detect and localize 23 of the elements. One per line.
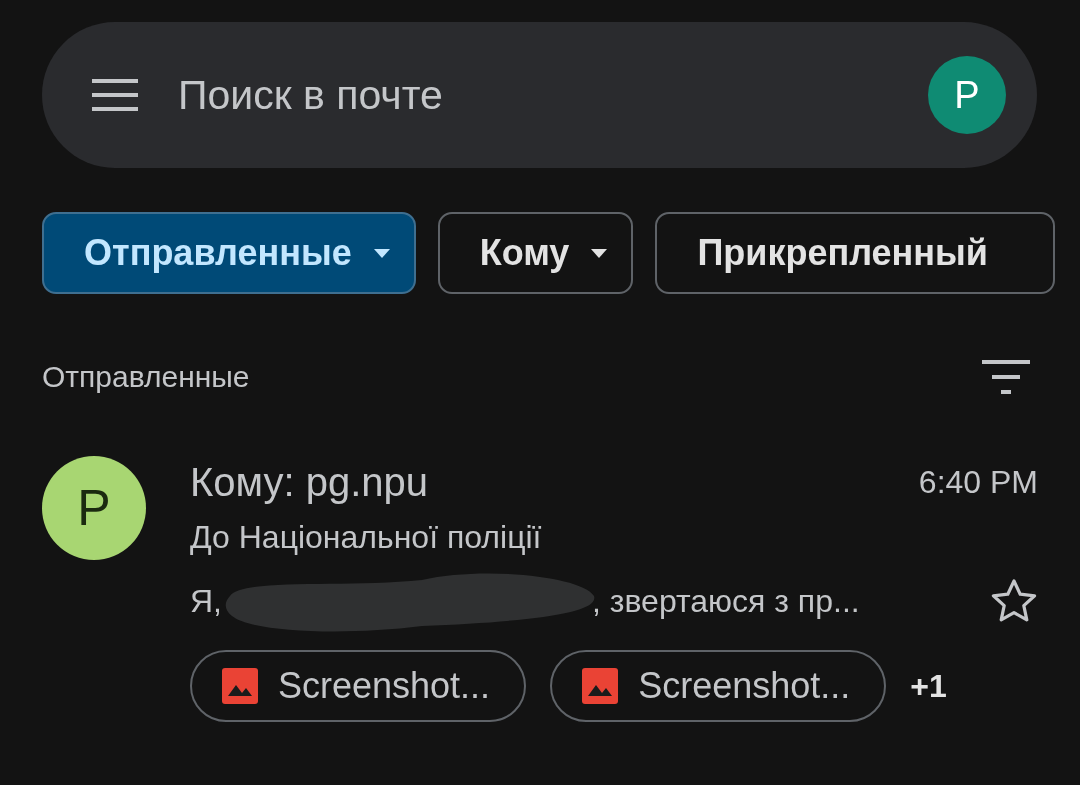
email-snippet: Я,: [190, 582, 222, 620]
caret-icon: [591, 248, 608, 258]
search-placeholder: Поиск в почте: [178, 71, 444, 119]
image-icon: [582, 668, 619, 704]
menu-icon[interactable]: [92, 79, 138, 111]
email-snippet: , звертаюся з пр...: [592, 582, 860, 620]
account-avatar[interactable]: P: [928, 56, 1006, 134]
sender-avatar: P: [42, 456, 146, 560]
filter-chip[interactable]: Отправленные: [42, 212, 416, 294]
attachment-chip[interactable]: Screenshot...: [190, 650, 527, 722]
section-title: Отправленные: [42, 360, 250, 394]
search-bar[interactable]: Поиск в почте P: [42, 22, 1037, 168]
filter-chip[interactable]: Кому: [437, 212, 634, 294]
filter-chip[interactable]: Прикрепленный: [655, 212, 1056, 294]
star-icon[interactable]: [990, 578, 1038, 624]
filter-icon[interactable]: [982, 360, 1030, 394]
caret-icon: [373, 248, 390, 258]
more-attachments-count: +1: [910, 667, 947, 705]
attachment-chip[interactable]: Screenshot...: [550, 650, 887, 722]
email-recipient: Кому: pg.npu: [190, 460, 429, 505]
email-time: 6:40 PM: [918, 464, 1038, 501]
image-icon: [222, 668, 258, 704]
email-subject: До Національної поліції: [190, 519, 543, 556]
